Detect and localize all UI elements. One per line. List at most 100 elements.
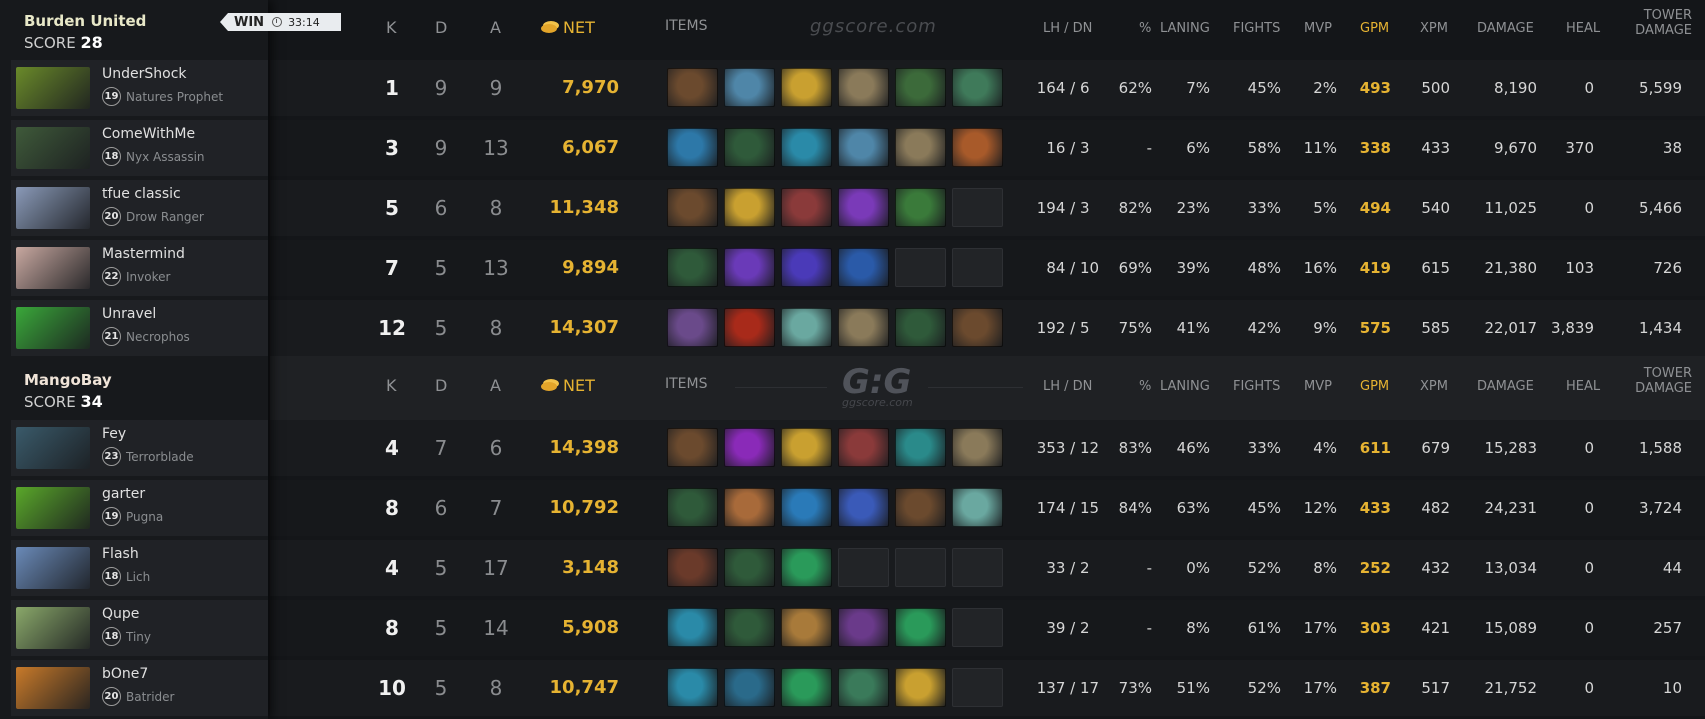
team2-name[interactable]: MangoBay: [24, 371, 112, 389]
player-name[interactable]: UnderShock: [102, 66, 187, 82]
header-k-2[interactable]: K: [386, 376, 397, 395]
header-laning-2[interactable]: LANING: [1160, 379, 1210, 394]
header-gpm-2[interactable]: GPM: [1360, 379, 1389, 394]
player-stats-row[interactable]: 8 5 14 5,908 39 / 2 - 8% 61% 17% 303 421 15,089 0 257: [270, 600, 1705, 656]
player-card[interactable]: bOne7 20 Batrider: [11, 660, 268, 716]
player-stats-row[interactable]: 7 5 13 9,894 84 / 10 69% 39% 48% 16% 419 615 21,380…: [270, 240, 1705, 296]
item-slot-icon[interactable]: [724, 548, 775, 587]
item-slot-icon[interactable]: [724, 188, 775, 227]
player-stats-row[interactable]: 3 9 13 6,067 16 / 3 - 6% 58% 11% 338 433 9,670 370 38: [270, 120, 1705, 176]
player-card[interactable]: Qupe 18 Tiny: [11, 600, 268, 656]
player-name[interactable]: Mastermind: [102, 246, 185, 262]
item-slot-icon[interactable]: [667, 608, 718, 647]
item-slot-icon[interactable]: [781, 488, 832, 527]
item-slot-icon[interactable]: [952, 68, 1003, 107]
item-slot-icon[interactable]: [781, 188, 832, 227]
item-slot-icon[interactable]: [895, 188, 946, 227]
header-mvp[interactable]: MVP: [1304, 21, 1332, 36]
player-stats-row[interactable]: 8 6 7 10,792 174 / 15 84% 63% 45% 12% 433 482 24,23…: [270, 480, 1705, 536]
header-heal[interactable]: HEAL: [1566, 21, 1600, 36]
item-slot-icon[interactable]: [952, 428, 1003, 467]
item-slot-icon[interactable]: [952, 308, 1003, 347]
player-stats-row[interactable]: 5 6 8 11,348 194 / 3 82% 23% 33% 5% 494 540 11,025 0…: [270, 180, 1705, 236]
header-lh-dn-2[interactable]: LH / DN: [1043, 379, 1092, 394]
player-card[interactable]: UnderShock 19 Natures Prophet: [11, 60, 268, 116]
item-slot-icon[interactable]: [781, 128, 832, 167]
player-name[interactable]: bOne7: [102, 666, 148, 682]
item-slot-icon[interactable]: [838, 308, 889, 347]
item-slot-icon[interactable]: [838, 68, 889, 107]
item-slot-icon[interactable]: [781, 248, 832, 287]
header-net[interactable]: NET: [541, 18, 595, 37]
item-slot-icon[interactable]: [724, 308, 775, 347]
item-slot-icon[interactable]: [724, 668, 775, 707]
player-name[interactable]: Flash: [102, 546, 139, 562]
item-slot-icon[interactable]: [838, 608, 889, 647]
item-slot-icon[interactable]: [895, 308, 946, 347]
player-stats-row[interactable]: 4 5 17 3,148 33 / 2 - 0% 52% 8% 252 432 13,034 0 44: [270, 540, 1705, 596]
item-slot-icon[interactable]: [667, 428, 718, 467]
header-damage[interactable]: DAMAGE: [1477, 21, 1534, 36]
header-items-2[interactable]: ITEMS: [665, 376, 708, 392]
header-damage-2[interactable]: DAMAGE: [1477, 379, 1534, 394]
player-card[interactable]: tfue classic 20 Drow Ranger: [11, 180, 268, 236]
item-slot-icon[interactable]: [724, 128, 775, 167]
header-xpm-2[interactable]: XPM: [1420, 379, 1448, 394]
player-card[interactable]: ComeWithMe 18 Nyx Assassin: [11, 120, 268, 176]
team1-name[interactable]: Burden United: [24, 12, 146, 30]
item-slot-icon[interactable]: [838, 248, 889, 287]
header-mvp-2[interactable]: MVP: [1304, 379, 1332, 394]
header-d-2[interactable]: D: [435, 376, 447, 395]
player-card[interactable]: Fey 23 Terrorblade: [11, 420, 268, 476]
header-items[interactable]: ITEMS: [665, 18, 708, 34]
item-slot-icon[interactable]: [667, 668, 718, 707]
item-slot-icon[interactable]: [895, 488, 946, 527]
item-slot-icon[interactable]: [781, 428, 832, 467]
item-slot-icon[interactable]: [781, 548, 832, 587]
item-slot-icon[interactable]: [838, 188, 889, 227]
item-slot-icon[interactable]: [895, 128, 946, 167]
header-tower-damage[interactable]: TOWER DAMAGE: [1632, 8, 1692, 38]
item-slot-icon[interactable]: [895, 668, 946, 707]
item-slot-icon[interactable]: [781, 68, 832, 107]
header-tower-damage-2[interactable]: TOWER DAMAGE: [1632, 366, 1692, 396]
header-heal-2[interactable]: HEAL: [1566, 379, 1600, 394]
player-stats-row[interactable]: 10 5 8 10,747 137 / 17 73% 51% 52% 17% 387 517 21,7…: [270, 660, 1705, 716]
header-lh-dn[interactable]: LH / DN: [1043, 21, 1092, 36]
player-card[interactable]: Mastermind 22 Invoker: [11, 240, 268, 296]
item-slot-icon[interactable]: [952, 488, 1003, 527]
header-laning[interactable]: LANING: [1160, 21, 1210, 36]
player-name[interactable]: Unravel: [102, 306, 156, 322]
item-slot-icon[interactable]: [895, 68, 946, 107]
header-a[interactable]: A: [490, 18, 501, 37]
item-slot-icon[interactable]: [667, 548, 718, 587]
item-slot-icon[interactable]: [895, 608, 946, 647]
header-pct-2[interactable]: %: [1139, 379, 1151, 394]
header-pct[interactable]: %: [1139, 21, 1151, 36]
item-slot-icon[interactable]: [838, 128, 889, 167]
item-slot-icon[interactable]: [724, 428, 775, 467]
player-name[interactable]: garter: [102, 486, 145, 502]
item-slot-icon[interactable]: [667, 488, 718, 527]
player-stats-row[interactable]: 4 7 6 14,398 353 / 12 83% 46% 33% 4% 611 679 15,283…: [270, 420, 1705, 476]
player-card[interactable]: Flash 18 Lich: [11, 540, 268, 596]
item-slot-icon[interactable]: [952, 128, 1003, 167]
header-xpm[interactable]: XPM: [1420, 21, 1448, 36]
header-a-2[interactable]: A: [490, 376, 501, 395]
player-name[interactable]: Fey: [102, 426, 126, 442]
header-k[interactable]: K: [386, 18, 397, 37]
header-net-2[interactable]: NET: [541, 376, 595, 395]
item-slot-icon[interactable]: [838, 488, 889, 527]
header-d[interactable]: D: [435, 18, 447, 37]
item-slot-icon[interactable]: [724, 608, 775, 647]
item-slot-icon[interactable]: [667, 308, 718, 347]
item-slot-icon[interactable]: [724, 248, 775, 287]
item-slot-icon[interactable]: [667, 188, 718, 227]
item-slot-icon[interactable]: [838, 428, 889, 467]
player-stats-row[interactable]: 12 5 8 14,307 192 / 5 75% 41% 42% 9% 575 585 22,017…: [270, 300, 1705, 356]
item-slot-icon[interactable]: [667, 128, 718, 167]
player-card[interactable]: Unravel 21 Necrophos: [11, 300, 268, 356]
item-slot-icon[interactable]: [781, 668, 832, 707]
item-slot-icon[interactable]: [895, 428, 946, 467]
player-name[interactable]: ComeWithMe: [102, 126, 195, 142]
